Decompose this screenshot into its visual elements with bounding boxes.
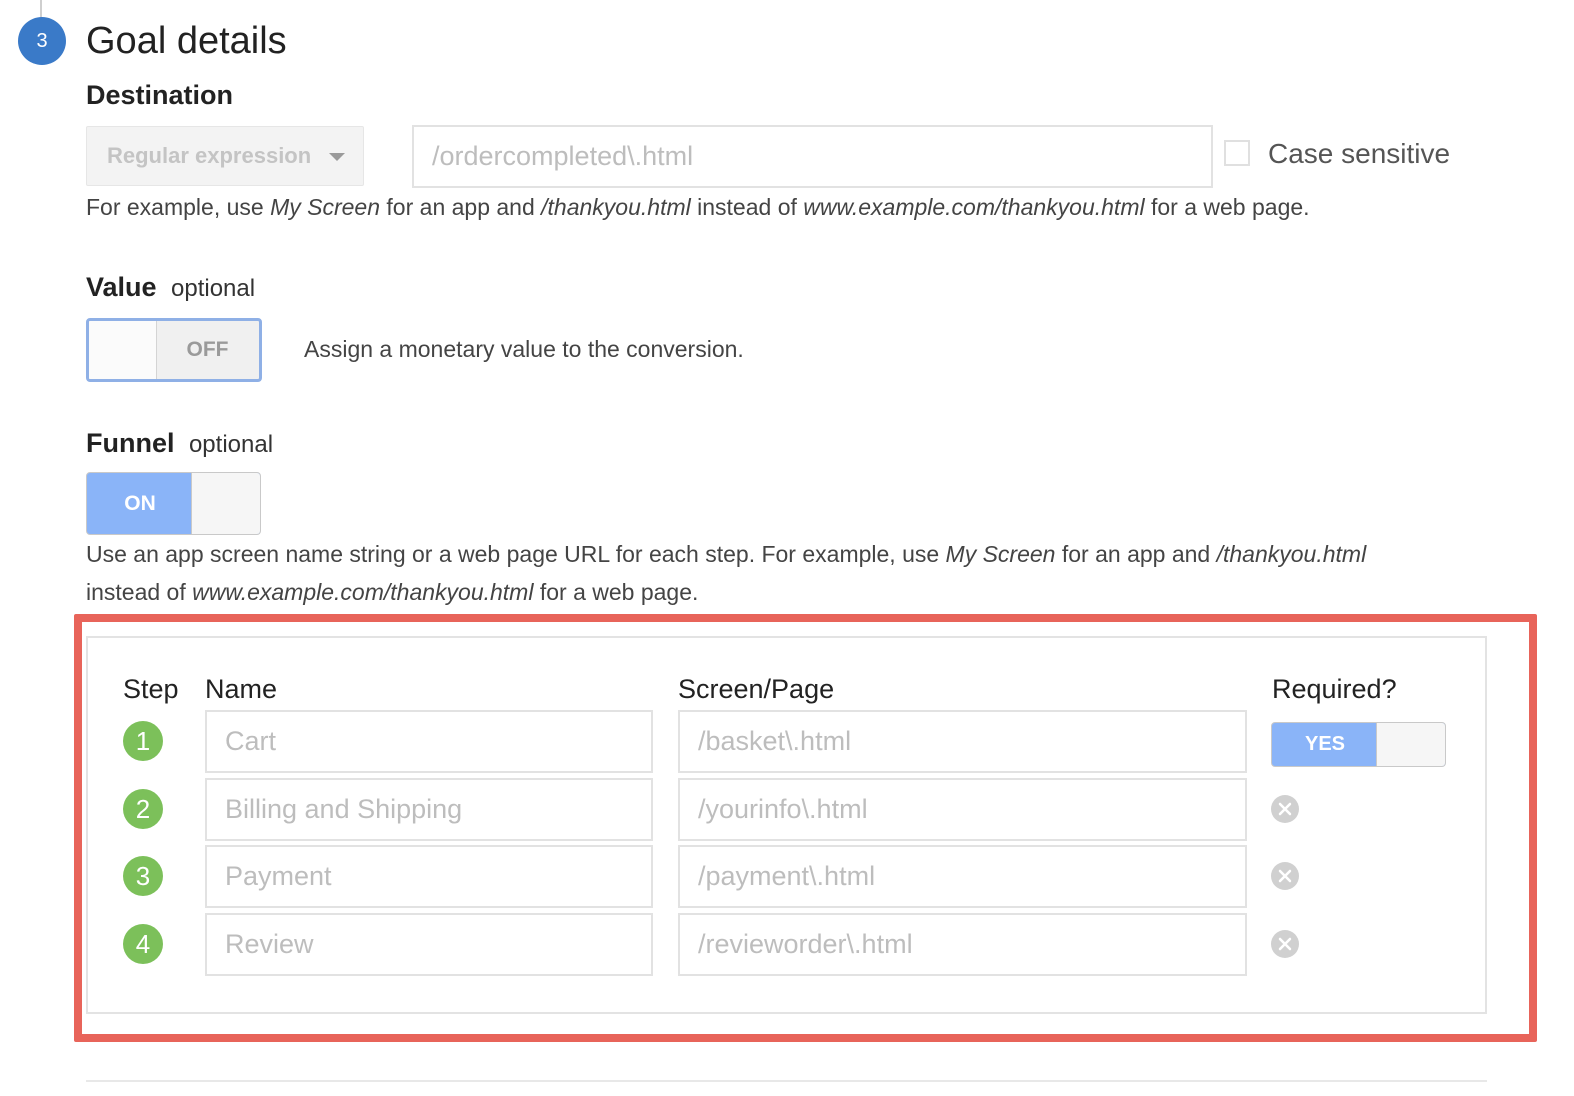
required-toggle[interactable]: YES (1271, 722, 1446, 767)
help-example-path: /thankyou.html (541, 194, 691, 220)
help-text-segment: instead of (86, 579, 193, 605)
timeline-connector (40, 0, 42, 18)
step-name-value: Payment (225, 861, 332, 891)
step-name-value: Review (225, 929, 314, 959)
section-divider (86, 1080, 1487, 1082)
match-type-value: Regular expression (107, 143, 312, 168)
caret-down-icon (329, 153, 345, 161)
help-text-segment: Use an app screen name string or a web p… (86, 541, 946, 567)
funnel-toggle[interactable]: ON (86, 472, 261, 535)
funnel-optional-label: optional (188, 431, 274, 458)
help-example-url: www.example.com/thankyou.html (803, 194, 1145, 220)
destination-input-value: /ordercompleted\.html (432, 141, 694, 171)
step-number-badge: 1 (123, 721, 163, 761)
step-screen-value: /basket\.html (698, 726, 852, 756)
step-screen-input[interactable]: /payment\.html (678, 845, 1247, 908)
help-text-segment: for an app and (380, 194, 542, 220)
section-step-badge: 3 (18, 17, 66, 65)
step-number-badge: 2 (123, 789, 163, 829)
destination-input[interactable]: /ordercompleted\.html (412, 125, 1213, 188)
match-type-select[interactable]: Regular expression (86, 126, 364, 186)
close-icon (1278, 937, 1292, 951)
funnel-help-line-1: Use an app screen name string or a web p… (86, 535, 1506, 573)
help-example-path: /thankyou.html (1216, 541, 1367, 567)
help-text-segment: For example, use (86, 194, 271, 220)
step-number-badge: 4 (123, 924, 163, 964)
column-header-required: Required? (1272, 674, 1397, 704)
toggle-knob (191, 473, 260, 534)
required-toggle-state: YES (1304, 733, 1346, 755)
funnel-help-line-2: instead of www.example.com/thankyou.html… (86, 573, 1506, 611)
case-sensitive-checkbox[interactable] (1224, 140, 1250, 166)
help-text-segment: for a web page. (1144, 194, 1310, 220)
toggle-knob (1376, 723, 1445, 766)
step-screen-input[interactable]: /revieworder\.html (678, 913, 1247, 976)
page-title: Goal details (86, 20, 287, 62)
column-header-screen: Screen/Page (678, 674, 835, 704)
value-heading: Value optional (86, 272, 255, 303)
toggle-knob (89, 321, 157, 379)
destination-label: Destination (86, 80, 234, 110)
step-name-input[interactable]: Cart (205, 710, 653, 773)
step-name-value: Cart (225, 726, 277, 756)
step-name-value: Billing and Shipping (225, 794, 463, 824)
remove-step-icon[interactable] (1271, 862, 1299, 890)
funnel-heading: Funnel optional (86, 428, 273, 459)
step-name-input[interactable]: Review (205, 913, 653, 976)
value-label: Value (86, 272, 157, 302)
step-screen-value: /payment\.html (698, 861, 876, 891)
funnel-help-text: Use an app screen name string or a web p… (86, 535, 1506, 611)
remove-step-icon[interactable] (1271, 795, 1299, 823)
value-description: Assign a monetary value to the conversio… (304, 336, 744, 362)
step-screen-input[interactable]: /yourinfo\.html (678, 778, 1247, 841)
column-header-step: Step (123, 674, 179, 704)
funnel-toggle-state: ON (124, 491, 156, 515)
remove-step-icon[interactable] (1271, 930, 1299, 958)
step-screen-value: /revieworder\.html (698, 929, 913, 959)
step-screen-value: /yourinfo\.html (698, 794, 868, 824)
step-name-input[interactable]: Billing and Shipping (205, 778, 653, 841)
value-optional-label: optional (171, 275, 256, 302)
destination-help-text: For example, use My Screen for an app an… (86, 188, 1310, 226)
help-text-segment: for an app and (1055, 541, 1217, 567)
case-sensitive-label: Case sensitive (1268, 138, 1451, 169)
help-example-app: My Screen (945, 541, 1056, 567)
help-example-url: www.example.com/thankyou.html (192, 579, 534, 605)
help-text-segment: for a web page. (533, 579, 699, 605)
close-icon (1278, 869, 1292, 883)
step-number-badge: 3 (123, 856, 163, 896)
step-screen-input[interactable]: /basket\.html (678, 710, 1247, 773)
close-icon (1278, 802, 1292, 816)
help-text-segment: instead of (690, 194, 804, 220)
column-header-name: Name (205, 674, 278, 704)
funnel-label: Funnel (86, 428, 175, 458)
help-example-app: My Screen (270, 194, 381, 220)
value-toggle[interactable]: OFF (86, 318, 262, 382)
step-name-input[interactable]: Payment (205, 845, 653, 908)
value-toggle-state: OFF (186, 338, 229, 361)
